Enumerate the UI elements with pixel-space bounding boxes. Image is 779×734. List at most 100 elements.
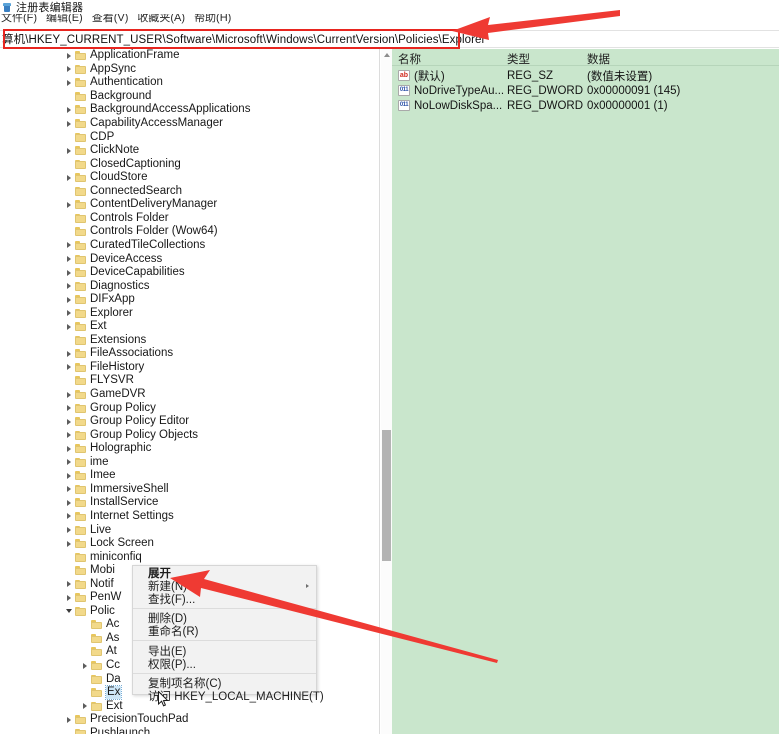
chevron-right-icon[interactable] [62,171,75,184]
chevron-right-icon[interactable] [62,280,75,293]
chevron-right-icon[interactable] [62,415,75,428]
tree-item-group-policy-objects[interactable]: Group Policy Objects [0,428,379,442]
chevron-right-icon[interactable] [62,483,75,496]
tree-item-connectedsearch[interactable]: ConnectedSearch [0,185,379,199]
chevron-right-icon[interactable] [78,659,91,672]
tree-item-applicationframe[interactable]: ApplicationFrame [0,49,379,63]
context-menu-item-4[interactable]: 重命名(R) [133,625,316,638]
tree-vertical-scrollbar[interactable] [381,49,392,734]
tree-item-holographic[interactable]: Holographic [0,442,379,456]
chevron-right-icon[interactable] [62,388,75,401]
tree-item-devicecapabilities[interactable]: DeviceCapabilities [0,266,379,280]
chevron-right-icon[interactable] [62,49,75,62]
tree-item-capabilityaccessmanager[interactable]: CapabilityAccessManager [0,117,379,131]
chevron-right-icon[interactable] [62,402,75,415]
tree-item-ime[interactable]: ime [0,456,379,470]
table-row[interactable]: NoLowDiskSpa... REG_DWORD 0x00000001 (1) [392,98,779,113]
tree-item-internet-settings[interactable]: Internet Settings [0,510,379,524]
tree-item-appsync[interactable]: AppSync [0,63,379,77]
column-header-name[interactable]: 名称 [398,51,421,67]
tree-item-background[interactable]: Background [0,90,379,104]
scrollbar-track[interactable] [381,49,392,734]
chevron-right-icon[interactable] [62,361,75,374]
context-menu-item-8[interactable]: 访问 HKEY_LOCAL_MACHINE(T) [133,690,316,703]
chevron-right-icon[interactable] [62,456,75,469]
address-bar-path[interactable]: 算机\HKEY_CURRENT_USER\Software\Microsoft\… [2,31,485,47]
chevron-right-icon[interactable] [62,63,75,76]
tree-item-explorer[interactable]: Explorer [0,306,379,320]
tree-context-menu[interactable]: 展开新建(N)查找(F)...删除(D)重命名(R)导出(E)权限(P)...复… [132,565,317,695]
tree-item-cloudstore[interactable]: CloudStore [0,171,379,185]
chevron-up-icon[interactable] [381,49,392,60]
tree-item-fileassociations[interactable]: FileAssociations [0,347,379,361]
tree-item-authentication[interactable]: Authentication [0,76,379,90]
tree-item-filehistory[interactable]: FileHistory [0,361,379,375]
chevron-right-icon[interactable] [62,537,75,550]
chevron-down-icon[interactable] [62,605,75,618]
chevron-right-icon[interactable] [62,713,75,726]
menu-item-view[interactable]: 查看(V) [92,14,136,24]
chevron-right-icon[interactable] [62,307,75,320]
tree-item-group-policy-editor[interactable]: Group Policy Editor [0,415,379,429]
tree-item-precisiontouchpad[interactable]: PrecisionTouchPad [0,713,379,727]
menu-item-help[interactable]: 帮助(H) [194,14,238,24]
tree-item-difxapp[interactable]: DIFxApp [0,293,379,307]
menu-item-favorites[interactable]: 收藏夹(A) [137,14,192,24]
tree-item-flysvr[interactable]: FLYSVR [0,374,379,388]
menu-item-edit[interactable]: 编辑(E) [46,14,90,24]
chevron-right-icon[interactable] [62,496,75,509]
column-header-data[interactable]: 数据 [587,51,610,67]
menu-item-file[interactable]: 文件(F) [1,14,44,24]
tree-item-imee[interactable]: Imee [0,469,379,483]
tree-item-controls-folder[interactable]: Controls Folder [0,212,379,226]
tree-item-group-policy[interactable]: Group Policy [0,401,379,415]
tree-item-installservice[interactable]: InstallService [0,496,379,510]
context-menu-item-2[interactable]: 查找(F)... [133,592,316,605]
values-pane[interactable]: 名称 类型 数据 (默认) REG_SZ (数值未设置) NoDriveType… [392,49,779,734]
tree-item-clicknote[interactable]: ClickNote [0,144,379,158]
chevron-right-icon[interactable] [62,510,75,523]
tree-item-ext[interactable]: Ext [0,320,379,334]
chevron-right-icon[interactable] [62,239,75,252]
table-row[interactable]: (默认) REG_SZ (数值未设置) [392,68,779,83]
tree-item-contentdeliverymanager[interactable]: ContentDeliveryManager [0,198,379,212]
chevron-right-icon[interactable] [62,591,75,604]
tree-item-pushlaunch[interactable]: Pushlaunch [0,727,379,734]
tree-item-lock-screen[interactable]: Lock Screen [0,537,379,551]
chevron-right-icon[interactable] [62,442,75,455]
chevron-right-icon[interactable] [62,76,75,89]
table-row[interactable]: NoDriveTypeAu... REG_DWORD 0x00000091 (1… [392,83,779,98]
tree-item-deviceaccess[interactable]: DeviceAccess [0,252,379,266]
chevron-right-icon[interactable] [62,347,75,360]
tree-item-controls-folder-wow64[interactable]: Controls Folder (Wow64) [0,225,379,239]
column-header-type[interactable]: 类型 [507,51,530,67]
tree-item-extensions[interactable]: Extensions [0,334,379,348]
tree-item-gamedvr[interactable]: GameDVR [0,388,379,402]
context-menu-item-6[interactable]: 权限(P)... [133,657,316,670]
chevron-right-icon[interactable] [62,144,75,157]
chevron-right-icon[interactable] [62,524,75,537]
chevron-right-icon[interactable] [62,578,75,591]
chevron-right-icon[interactable] [62,103,75,116]
tree-item-backgroundaccessapplications[interactable]: BackgroundAccessApplications [0,103,379,117]
tree-item-diagnostics[interactable]: Diagnostics [0,279,379,293]
chevron-right-icon[interactable] [62,320,75,333]
chevron-right-icon[interactable] [62,198,75,211]
scrollbar-thumb[interactable] [382,430,391,561]
tree-item-label: AppSync [90,63,136,76]
tree-item-closedcaptioning[interactable]: ClosedCaptioning [0,157,379,171]
chevron-right-icon[interactable] [62,429,75,442]
tree-item-curatedtilecollections[interactable]: CuratedTileCollections [0,239,379,253]
chevron-right-icon[interactable] [62,253,75,266]
tree-item-miniconfiq[interactable]: miniconfiq [0,550,379,564]
chevron-right-icon[interactable] [62,266,75,279]
tree-item-immersiveshell[interactable]: ImmersiveShell [0,483,379,497]
chevron-right-icon[interactable] [62,293,75,306]
tree-item-live[interactable]: Live [0,523,379,537]
address-bar[interactable]: 算机\HKEY_CURRENT_USER\Software\Microsoft\… [0,30,779,48]
chevron-right-icon[interactable] [78,700,91,713]
chevron-right-icon[interactable] [62,469,75,482]
chevron-right-icon[interactable] [62,117,75,130]
tree-item-cdp[interactable]: CDP [0,130,379,144]
pane-splitter[interactable] [379,49,380,734]
